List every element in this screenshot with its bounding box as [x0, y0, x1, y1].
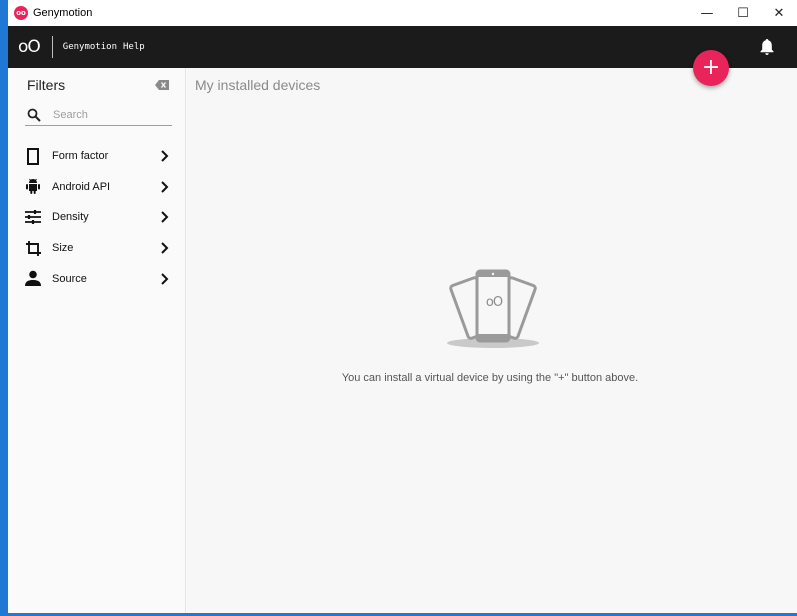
window-title: Genymotion	[33, 7, 93, 19]
page-title: My installed devices	[195, 77, 321, 93]
filter-item-source[interactable]: Source	[8, 263, 186, 294]
search-field	[25, 104, 172, 126]
filter-item-android-api[interactable]: Android API	[8, 172, 186, 203]
chevron-right-icon	[161, 181, 169, 193]
maximize-button[interactable]: ☐	[725, 0, 761, 26]
minimize-button[interactable]: —	[689, 0, 725, 26]
menu-genymotion[interactable]: Genymotion	[63, 42, 117, 52]
filter-label: Density	[52, 211, 89, 224]
filter-item-form-factor[interactable]: Form factor	[8, 141, 186, 172]
empty-state-message: You can install a virtual device by usin…	[341, 372, 639, 384]
filter-label: Size	[52, 242, 74, 255]
main-content: My installed devices oO You can install …	[187, 68, 797, 613]
search-input[interactable]	[53, 108, 163, 121]
empty-devices-illustration: oO	[443, 264, 543, 354]
filter-item-density[interactable]: Density	[8, 202, 186, 233]
app-window: oo Genymotion — ☐ ✕ oO Genymotion Help F…	[8, 0, 797, 613]
filter-label: Source	[52, 272, 87, 285]
bell-icon[interactable]	[759, 38, 775, 56]
genymotion-logo-icon: oo	[14, 6, 28, 20]
phone-outline-icon	[24, 147, 42, 165]
android-icon	[24, 178, 42, 196]
person-icon	[24, 270, 42, 288]
add-device-button[interactable]: +	[693, 50, 729, 86]
menu-help[interactable]: Help	[123, 42, 145, 52]
logo-text: oo	[16, 8, 26, 17]
chevron-right-icon	[161, 211, 169, 224]
clear-filters-icon[interactable]	[155, 80, 169, 90]
close-button[interactable]: ✕	[761, 0, 797, 26]
app-toolbar: oO Genymotion Help	[8, 26, 797, 68]
filters-sidebar: Filters Form factor	[8, 68, 186, 613]
search-icon	[27, 108, 41, 122]
crop-icon	[24, 239, 42, 257]
filter-list: Form factor Android API Density Size Sou…	[8, 141, 186, 294]
illustration-logo-text: oO	[485, 295, 503, 310]
chevron-right-icon	[161, 272, 169, 285]
chevron-right-icon	[161, 150, 169, 163]
filter-label: Form factor	[52, 150, 109, 163]
brand-logo: oO	[18, 37, 41, 57]
tune-icon	[24, 208, 42, 226]
window-controls: — ☐ ✕	[689, 0, 797, 26]
toolbar-divider	[51, 36, 53, 58]
window-titlebar: oo Genymotion — ☐ ✕	[8, 0, 797, 26]
filters-title: Filters	[27, 77, 66, 93]
filter-label: Android API	[52, 180, 111, 193]
filter-item-size[interactable]: Size	[8, 233, 186, 264]
chevron-right-icon	[161, 242, 169, 254]
